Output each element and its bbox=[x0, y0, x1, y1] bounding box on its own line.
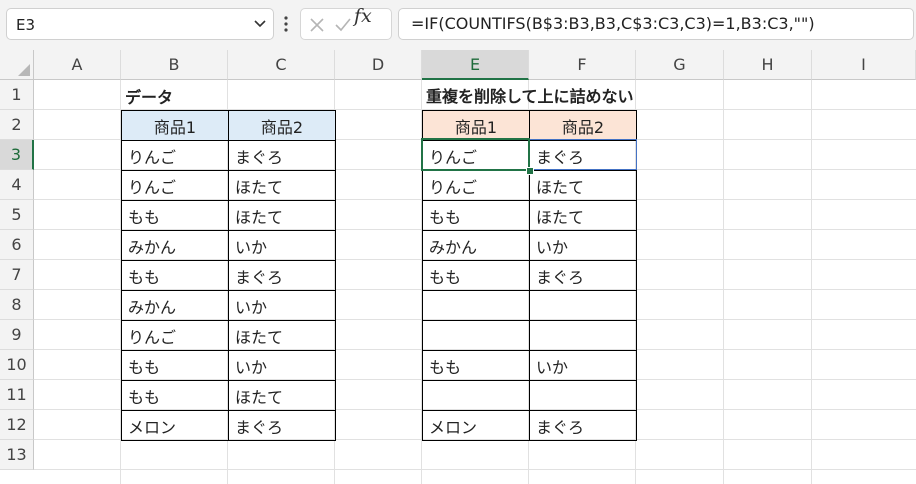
data-cell[interactable]: もも bbox=[121, 200, 229, 231]
table-title-right[interactable]: 重複を削除して上に詰めない bbox=[422, 80, 634, 110]
formula-reference-highlight bbox=[529, 139, 637, 170]
result-cell[interactable] bbox=[422, 320, 530, 351]
result-cell[interactable]: もも bbox=[422, 260, 530, 291]
column-header-C[interactable]: C bbox=[228, 50, 335, 80]
formula-input[interactable]: =IF(COUNTIFS(B$3:B3,B3,C$3:C3,C3)=1,B3:C… bbox=[398, 8, 914, 40]
result-cell[interactable]: いか bbox=[529, 350, 637, 381]
row-header-10[interactable]: 10 bbox=[0, 350, 34, 380]
row-header-1[interactable]: 1 bbox=[0, 80, 34, 110]
result-cell[interactable]: ほたて bbox=[529, 170, 637, 201]
row-header-13[interactable]: 13 bbox=[0, 440, 34, 470]
cancel-icon[interactable] bbox=[307, 15, 327, 35]
result-cell[interactable]: まぐろ bbox=[529, 260, 637, 291]
column-header-G[interactable]: G bbox=[636, 50, 724, 80]
gridline bbox=[34, 469, 916, 470]
row-header-3[interactable]: 3 bbox=[0, 140, 34, 170]
table-title-left[interactable]: データ bbox=[121, 80, 229, 111]
data-cell[interactable]: ほたて bbox=[228, 200, 336, 231]
insert-function-icon[interactable]: fx bbox=[354, 5, 372, 27]
chevron-down-icon[interactable] bbox=[253, 16, 267, 30]
formula-bar: E3 fx =IF(COUNTIFS(B$3:B3,B3,C$3:C3,C3)=… bbox=[0, 0, 916, 50]
data-cell[interactable]: りんご bbox=[121, 170, 229, 201]
column-header-H[interactable]: H bbox=[724, 50, 812, 80]
column-header-D[interactable]: D bbox=[335, 50, 422, 80]
row-header-9[interactable]: 9 bbox=[0, 320, 34, 350]
result-cell[interactable]: いか bbox=[529, 230, 637, 261]
data-cell[interactable]: いか bbox=[228, 230, 336, 261]
row-header-8[interactable]: 8 bbox=[0, 290, 34, 320]
row-header-7[interactable]: 7 bbox=[0, 260, 34, 290]
row-header-4[interactable]: 4 bbox=[0, 170, 34, 200]
row-header-2[interactable]: 2 bbox=[0, 110, 34, 140]
result-cell[interactable]: ほたて bbox=[529, 200, 637, 231]
active-cell-E3[interactable] bbox=[421, 138, 530, 171]
fill-handle[interactable] bbox=[526, 167, 534, 175]
data-cell[interactable]: ほたて bbox=[228, 380, 336, 411]
result-cell[interactable]: まぐろ bbox=[529, 410, 637, 441]
result-cell[interactable] bbox=[529, 290, 637, 321]
formula-text: =IF(COUNTIFS(B$3:B3,B3,C$3:C3,C3)=1,B3:C… bbox=[411, 14, 815, 33]
header-cell[interactable]: 商品2 bbox=[529, 110, 637, 141]
name-box[interactable]: E3 bbox=[6, 8, 274, 40]
data-cell[interactable]: いか bbox=[228, 350, 336, 381]
result-cell[interactable]: みかん bbox=[422, 230, 530, 261]
data-cell[interactable]: メロン bbox=[121, 410, 229, 441]
result-cell[interactable]: りんご bbox=[422, 170, 530, 201]
name-box-value: E3 bbox=[16, 16, 36, 34]
select-all-corner[interactable] bbox=[0, 50, 34, 80]
row-header-11[interactable]: 11 bbox=[0, 380, 34, 410]
result-cell[interactable] bbox=[422, 290, 530, 321]
column-header-B[interactable]: B bbox=[121, 50, 228, 80]
enter-check-icon[interactable] bbox=[333, 15, 353, 35]
data-cell[interactable]: もも bbox=[121, 260, 229, 291]
data-cell[interactable]: まぐろ bbox=[228, 410, 336, 441]
data-cell[interactable]: もも bbox=[121, 350, 229, 381]
data-cell[interactable]: みかん bbox=[121, 230, 229, 261]
header-cell[interactable]: 商品1 bbox=[422, 110, 530, 141]
result-cell[interactable] bbox=[422, 380, 530, 411]
row-header-5[interactable]: 5 bbox=[0, 200, 34, 230]
column-header-I[interactable]: I bbox=[812, 50, 916, 80]
result-cell[interactable] bbox=[529, 380, 637, 411]
data-cell[interactable]: ほたて bbox=[228, 320, 336, 351]
row-header-6[interactable]: 6 bbox=[0, 230, 34, 260]
data-cell[interactable]: まぐろ bbox=[228, 260, 336, 291]
column-header-F[interactable]: F bbox=[529, 50, 636, 80]
result-cell[interactable]: メロン bbox=[422, 410, 530, 441]
data-cell[interactable]: りんご bbox=[121, 140, 229, 171]
formula-actions bbox=[300, 8, 392, 40]
result-cell[interactable] bbox=[529, 320, 637, 351]
result-cell[interactable]: もも bbox=[422, 350, 530, 381]
header-cell[interactable]: 商品2 bbox=[228, 110, 336, 141]
data-cell[interactable]: ほたて bbox=[228, 170, 336, 201]
data-cell[interactable]: もも bbox=[121, 380, 229, 411]
gridline bbox=[811, 80, 812, 484]
data-cell[interactable]: まぐろ bbox=[228, 140, 336, 171]
column-header-A[interactable]: A bbox=[34, 50, 121, 80]
gridline bbox=[723, 80, 724, 484]
more-options-icon[interactable] bbox=[282, 13, 290, 35]
row-header-12[interactable]: 12 bbox=[0, 410, 34, 440]
data-cell[interactable]: りんご bbox=[121, 320, 229, 351]
header-cell[interactable]: 商品1 bbox=[121, 110, 229, 141]
result-cell[interactable]: もも bbox=[422, 200, 530, 231]
data-cell[interactable]: みかん bbox=[121, 290, 229, 321]
column-header-E[interactable]: E bbox=[422, 50, 529, 80]
data-cell[interactable]: いか bbox=[228, 290, 336, 321]
